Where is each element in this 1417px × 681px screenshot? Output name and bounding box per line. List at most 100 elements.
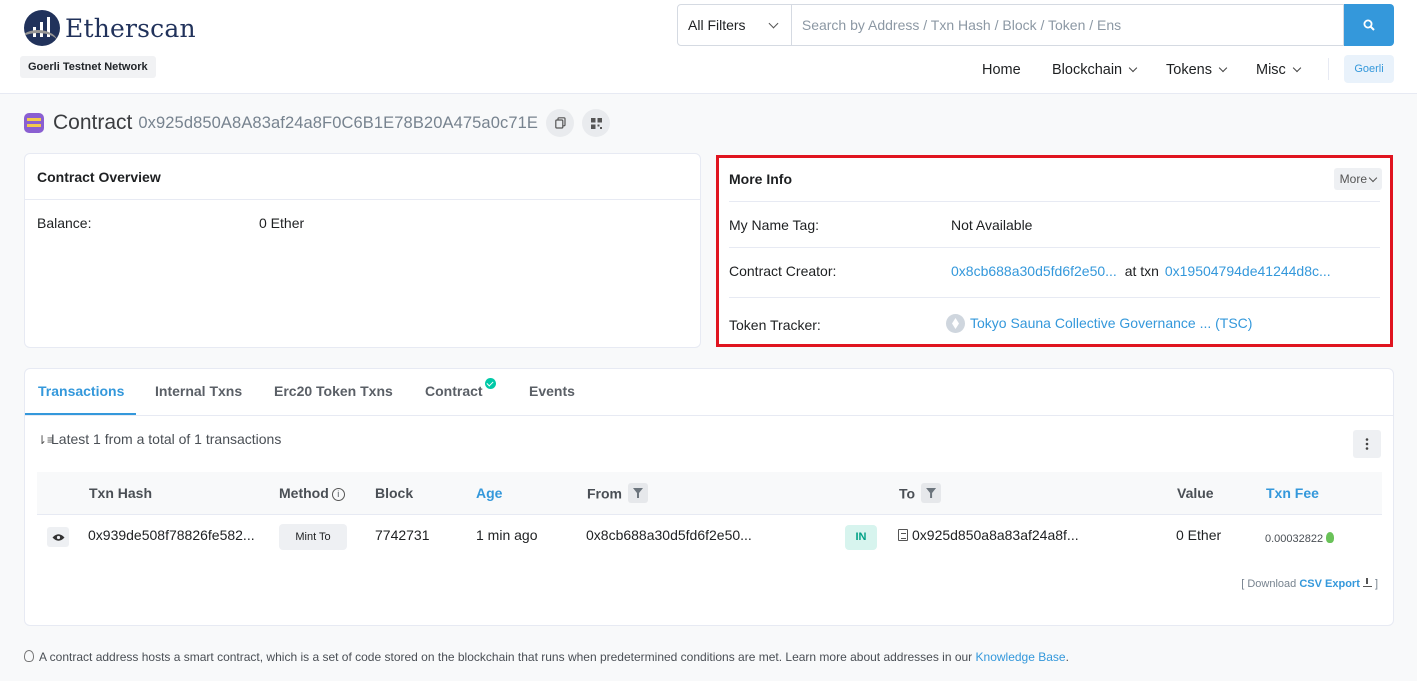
table-header: Txn Hash Method i Block Age From To Value… xyxy=(37,472,1382,515)
txn-age: 1 min ago xyxy=(476,527,538,543)
nav-home-label: Home xyxy=(982,62,1021,78)
kebab-menu-icon xyxy=(1365,438,1369,450)
block-link[interactable]: 7742731 xyxy=(375,527,430,543)
search-input[interactable] xyxy=(791,4,1345,46)
nav-divider xyxy=(1328,58,1329,80)
direction-badge: IN xyxy=(845,525,877,550)
download-icon xyxy=(1362,578,1372,587)
nav-misc-label: Misc xyxy=(1256,62,1286,78)
more-info-title: More Info xyxy=(729,171,792,187)
chevron-down-icon xyxy=(1368,173,1378,183)
bulb-icon xyxy=(1326,532,1335,543)
footer-note-end: . xyxy=(1065,650,1069,664)
creator-at-txn-text: at txn xyxy=(1124,263,1159,279)
creator-address-link[interactable]: 0x8cb688a30d5fd6f2e50... xyxy=(951,263,1117,279)
tab-erc20-token-txns[interactable]: Erc20 Token Txns xyxy=(274,383,393,399)
col-method: Method i xyxy=(279,485,345,502)
etherscan-logo[interactable]: Etherscan xyxy=(24,10,196,46)
col-from: From xyxy=(587,483,648,505)
to-address-text[interactable]: 0x925d850a8a83af24a8f... xyxy=(912,527,1079,543)
contract-overview-card: Contract Overview Balance: 0 Ether xyxy=(24,153,701,348)
txn-hash-link[interactable]: 0x939de508f78826fe582... xyxy=(88,527,255,543)
col-value: Value xyxy=(1177,485,1214,501)
col-to: To xyxy=(899,483,942,505)
etherscan-logo-icon xyxy=(24,10,60,46)
name-tag-value: Not Available xyxy=(951,217,1033,233)
csv-prefix: [ Download xyxy=(1241,578,1297,590)
contract-creator-label: Contract Creator: xyxy=(729,263,837,279)
network-badge: Goerli Testnet Network xyxy=(20,56,156,78)
col-from-label: From xyxy=(587,485,622,502)
name-tag-label: My Name Tag: xyxy=(729,217,819,233)
search-filter-select[interactable]: All Filters xyxy=(677,4,792,46)
csv-suffix: ] xyxy=(1374,578,1378,590)
chevron-down-icon xyxy=(1218,63,1228,73)
more-dropdown-button[interactable]: More xyxy=(1333,168,1382,190)
summary-text: Latest 1 from a total of 1 transactions xyxy=(51,431,282,447)
search-button[interactable] xyxy=(1344,4,1394,46)
nav-home[interactable]: Home xyxy=(982,61,1021,79)
verified-check-icon xyxy=(484,378,496,389)
from-address-link[interactable]: 0x8cb688a30d5fd6f2e50... xyxy=(586,527,752,543)
nav-blockchain-label: Blockchain xyxy=(1052,62,1123,78)
nav-misc[interactable]: Misc xyxy=(1256,61,1302,79)
eye-icon xyxy=(52,533,64,541)
info-icon[interactable]: i xyxy=(331,488,345,501)
logo-text: Etherscan xyxy=(65,13,196,43)
divider xyxy=(729,201,1380,202)
txn-value: 0 Ether xyxy=(1176,527,1222,543)
chevron-down-icon xyxy=(768,18,779,29)
to-address: 0x925d850a8a83af24a8f... xyxy=(898,527,1079,543)
tab-internal-txns[interactable]: Internal Txns xyxy=(155,383,242,399)
tab-contract-label: Contract xyxy=(425,383,483,399)
contract-title-bar: Contract 0x925d850A8A83af24a8F0C6B1E78B2… xyxy=(24,109,610,137)
qr-code-icon xyxy=(590,117,602,129)
nav-tokens[interactable]: Tokens xyxy=(1166,61,1228,79)
table-options-button[interactable] xyxy=(1353,430,1381,458)
sort-icon: ⇂≡ xyxy=(37,433,55,447)
search-filter-label: All Filters xyxy=(688,17,746,33)
token-tracker-label: Token Tracker: xyxy=(729,317,821,333)
nav-tokens-label: Tokens xyxy=(1166,62,1212,78)
col-txn-hash: Txn Hash xyxy=(89,485,153,501)
view-details-button[interactable] xyxy=(47,527,69,547)
txn-fee: 0.00032822 xyxy=(1265,529,1335,545)
more-info-card: More Info More My Name Tag: Not Availabl… xyxy=(716,155,1393,347)
tab-transactions[interactable]: Transactions xyxy=(38,383,124,399)
transactions-card: Transactions Internal Txns Erc20 Token T… xyxy=(24,368,1394,626)
col-method-label: Method xyxy=(279,485,329,501)
divider xyxy=(729,247,1380,248)
contract-overview-title: Contract Overview xyxy=(25,154,700,200)
tab-contract[interactable]: Contract xyxy=(425,378,496,399)
chevron-down-icon xyxy=(1292,63,1302,73)
contract-icon xyxy=(24,113,44,133)
more-button-label: More xyxy=(1339,172,1367,186)
qr-code-button[interactable] xyxy=(582,109,610,137)
contract-creator-value: 0x8cb688a30d5fd6f2e50... at txn 0x195047… xyxy=(951,263,1331,279)
csv-export-link[interactable]: CSV Export xyxy=(1299,578,1360,590)
tab-bar: Transactions Internal Txns Erc20 Token T… xyxy=(25,369,1393,416)
knowledge-base-link[interactable]: Knowledge Base xyxy=(976,650,1066,664)
document-icon xyxy=(898,529,908,541)
method-badge: Mint To xyxy=(279,524,347,550)
page-title: Contract xyxy=(53,111,133,134)
filter-icon[interactable] xyxy=(628,483,648,503)
footer-note-text: A contract address hosts a smart contrac… xyxy=(39,650,973,664)
tab-events[interactable]: Events xyxy=(529,383,575,399)
transactions-summary: ⇂≡Latest 1 from a total of 1 transaction… xyxy=(37,431,281,447)
filter-icon[interactable] xyxy=(921,483,942,503)
chevron-down-icon xyxy=(1128,63,1138,73)
search-bar: All Filters xyxy=(677,4,1394,46)
col-txn-fee[interactable]: Txn Fee xyxy=(1266,485,1319,501)
nav-blockchain[interactable]: Blockchain xyxy=(1052,61,1138,79)
token-tracker-link[interactable]: Tokyo Sauna Collective Governance ... (T… xyxy=(970,315,1252,331)
copy-address-button[interactable] xyxy=(546,109,574,137)
balance-value: 0 Ether xyxy=(259,215,305,231)
creator-txn-link[interactable]: 0x19504794de41244d8c... xyxy=(1165,263,1331,279)
col-to-label: To xyxy=(899,485,916,502)
balance-label: Balance: xyxy=(37,215,92,231)
network-switch-button[interactable]: Goerli xyxy=(1344,55,1394,83)
txn-fee-value: 0.00032822 xyxy=(1265,533,1324,545)
footer-note: A contract address hosts a smart contrac… xyxy=(24,649,1069,664)
col-age[interactable]: Age xyxy=(476,485,502,501)
